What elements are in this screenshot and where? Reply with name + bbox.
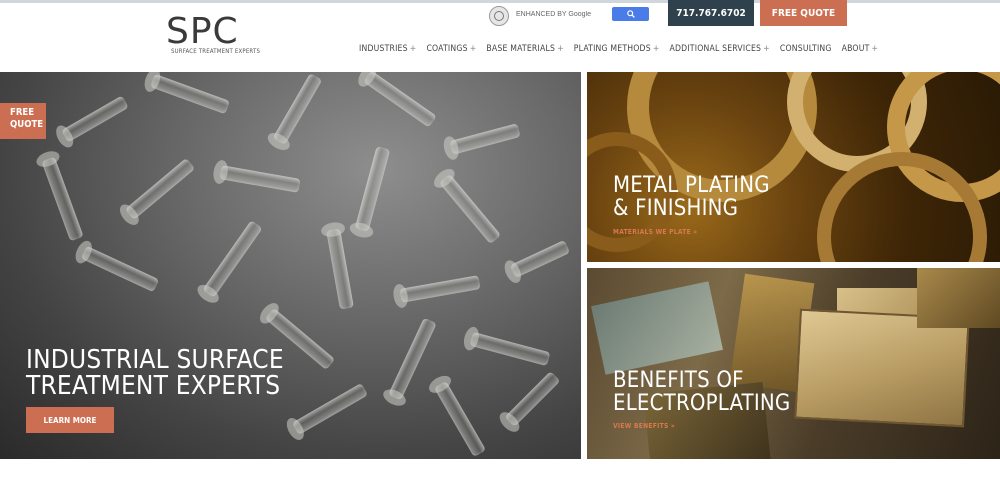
hero-title-line: TREATMENT EXPERTS xyxy=(26,371,281,401)
card-title-line: & FINISHING xyxy=(613,196,739,221)
plus-icon: + xyxy=(409,44,417,54)
hero-panel: INDUSTRIAL SURFACE TREATMENT EXPERTS LEA… xyxy=(0,72,581,459)
plus-icon: + xyxy=(557,44,564,54)
metal-plating-title: METAL PLATING & FINISHING xyxy=(613,174,770,220)
nav-item-plating-methods[interactable]: PLATING METHODS + xyxy=(574,44,660,54)
nav-item-label: CONSULTING xyxy=(779,44,832,54)
card-title-line: BENEFITS OF xyxy=(613,368,744,393)
nav-item-additional-services[interactable]: ADDITIONAL SERVICES + xyxy=(670,44,770,54)
logo[interactable]: SPC SURFACE TREATMENT EXPERTS xyxy=(166,11,260,57)
free-quote-tab[interactable]: FREE QUOTE xyxy=(0,103,46,139)
card-title-line: ELECTROPLATING xyxy=(613,391,791,416)
logo-tagline: SURFACE TREATMENT EXPERTS xyxy=(171,48,261,55)
free-quote-button[interactable]: FREE QUOTE xyxy=(760,0,847,26)
materials-we-plate-link[interactable]: MATERIALS WE PLATE » xyxy=(613,228,697,236)
top-strip xyxy=(0,0,1000,3)
learn-more-button[interactable]: LEARN MORE xyxy=(26,407,114,433)
nav-item-base-materials[interactable]: BASE MATERIALS + xyxy=(486,44,563,54)
nav-item-label: PLATING METHODS xyxy=(573,44,651,54)
electroplating-title: BENEFITS OF ELECTROPLATING xyxy=(613,369,790,415)
view-benefits-link[interactable]: VIEW BENEFITS » xyxy=(613,422,675,430)
search-button[interactable] xyxy=(612,7,649,21)
plus-icon: + xyxy=(763,44,770,54)
nav-item-label: BASE MATERIALS xyxy=(486,44,556,54)
phone-button[interactable]: 717.767.6702 xyxy=(668,0,754,26)
magnifier-icon xyxy=(626,10,635,18)
plus-icon: + xyxy=(652,44,660,54)
nav-item-about[interactable]: ABOUT + xyxy=(842,44,879,54)
metal-plating-card[interactable]: METAL PLATING & FINISHING MATERIALS WE P… xyxy=(587,72,1000,262)
free-quote-tab-line: QUOTE xyxy=(10,119,44,130)
nav-item-label: ABOUT xyxy=(841,44,870,54)
plus-icon: + xyxy=(469,44,477,54)
plus-icon: + xyxy=(871,44,879,54)
seal-icon xyxy=(489,6,509,26)
electroplating-card[interactable]: BENEFITS OF ELECTROPLATING VIEW BENEFITS… xyxy=(587,268,1000,459)
logo-mark: SPC xyxy=(166,11,239,52)
search-input[interactable] xyxy=(514,7,610,22)
nav-item-label: ADDITIONAL SERVICES xyxy=(669,44,762,54)
hero-title-line: INDUSTRIAL SURFACE xyxy=(26,345,284,375)
nav-item-label: COATINGS xyxy=(426,44,468,54)
hero-title: INDUSTRIAL SURFACE TREATMENT EXPERTS xyxy=(26,347,284,399)
free-quote-tab-line: FREE xyxy=(10,107,35,118)
nav-item-coatings[interactable]: COATINGS + xyxy=(426,44,476,54)
nav-item-consulting[interactable]: CONSULTING xyxy=(780,44,832,54)
main-nav: INDUSTRIES + COATINGS + BASE MATERIALS +… xyxy=(359,44,878,54)
nav-item-industries[interactable]: INDUSTRIES + xyxy=(359,44,416,54)
nav-item-label: INDUSTRIES xyxy=(359,44,408,54)
card-title-line: METAL PLATING xyxy=(613,173,770,198)
